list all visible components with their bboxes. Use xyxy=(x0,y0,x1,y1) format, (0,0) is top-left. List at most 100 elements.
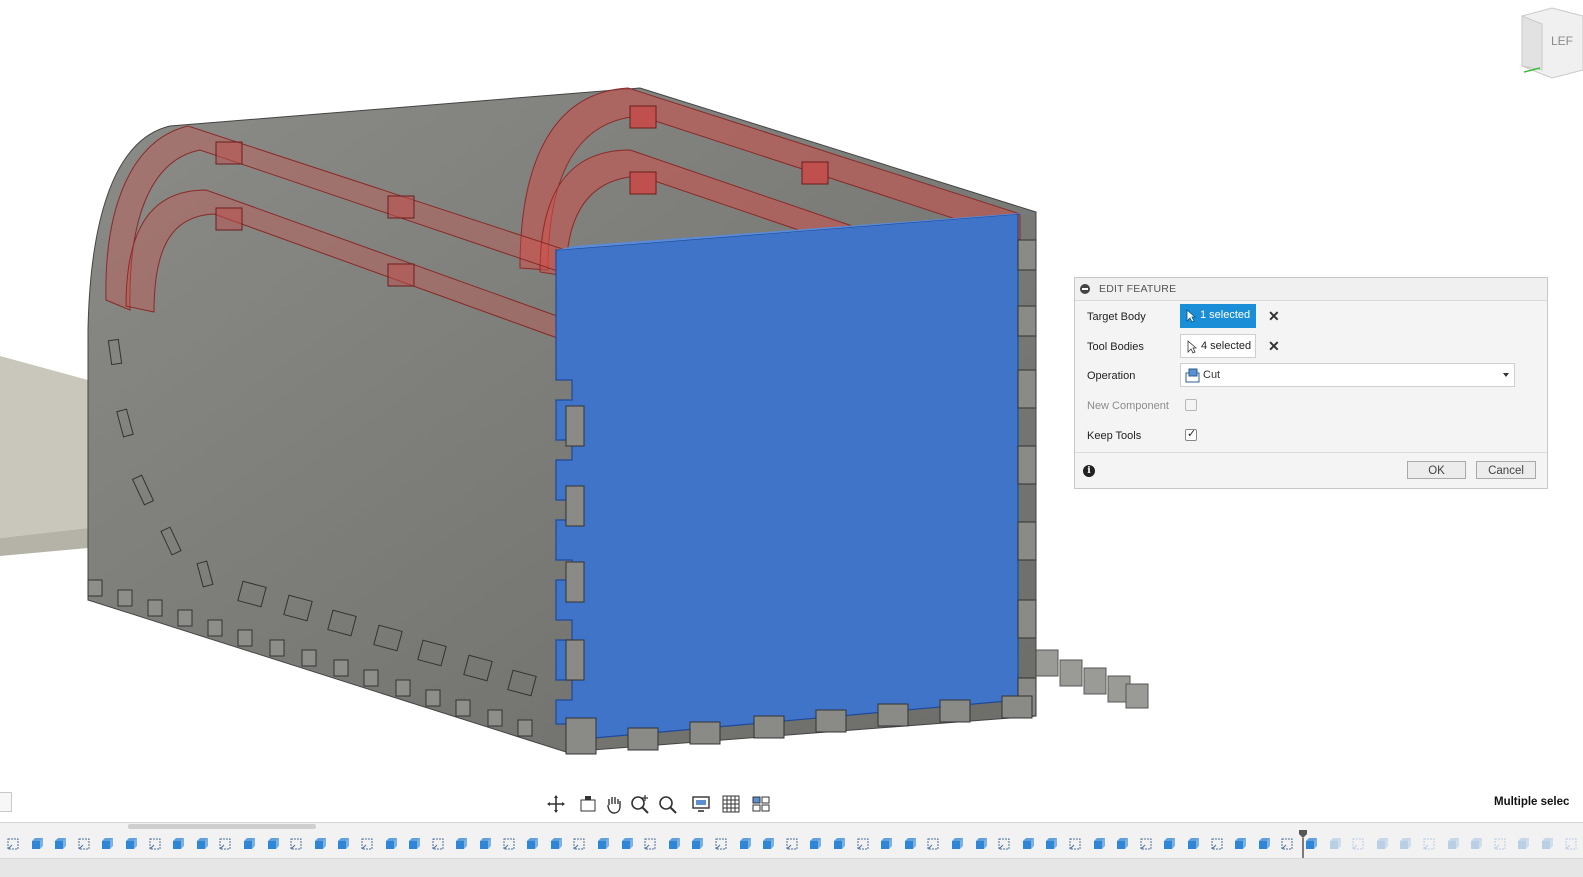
timeline-sketch-icon[interactable] xyxy=(1280,837,1294,851)
timeline-body-icon[interactable] xyxy=(974,837,988,851)
timeline-body-icon[interactable] xyxy=(478,837,492,851)
timeline-sketch-icon[interactable] xyxy=(714,837,728,851)
orbit-icon[interactable] xyxy=(544,792,568,816)
timeline-body-icon[interactable] xyxy=(407,837,421,851)
timeline-body-icon[interactable] xyxy=(266,837,280,851)
chevron-down-icon[interactable] xyxy=(1503,373,1509,377)
viewports-icon[interactable] xyxy=(750,792,774,816)
timeline-sketch-icon[interactable] xyxy=(6,837,20,851)
new-component-label: New Component xyxy=(1087,400,1169,412)
cancel-button[interactable]: Cancel xyxy=(1476,461,1536,479)
timeline-body-icon[interactable] xyxy=(53,837,67,851)
pan-icon[interactable] xyxy=(602,792,626,816)
dialog-footer: i OK Cancel xyxy=(1075,452,1547,489)
timeline[interactable] xyxy=(0,822,1583,877)
viewcube-face-label[interactable]: LEF xyxy=(1551,34,1573,48)
timeline-extrude-icon[interactable] xyxy=(738,837,752,851)
clear-target-body-icon[interactable]: ✕ xyxy=(1268,308,1280,325)
timeline-body-icon[interactable] xyxy=(1328,837,1342,851)
selection-status-text: Multiple selec xyxy=(1494,796,1570,808)
collapse-icon[interactable] xyxy=(1080,284,1090,294)
timeline-extrude-icon[interactable] xyxy=(1375,837,1389,851)
timeline-body-icon[interactable] xyxy=(336,837,350,851)
timeline-body-icon[interactable] xyxy=(1398,837,1412,851)
dialog-header[interactable]: EDIT FEATURE xyxy=(1075,278,1547,301)
operation-label: Operation xyxy=(1087,370,1136,382)
look-at-icon[interactable] xyxy=(576,792,600,816)
background-body xyxy=(0,356,88,538)
fit-icon[interactable] xyxy=(656,792,680,816)
dialog-title: EDIT FEATURE xyxy=(1099,283,1177,295)
timeline-sketch-icon[interactable] xyxy=(148,837,162,851)
timeline-sketch-icon[interactable] xyxy=(572,837,586,851)
timeline-sketch-icon[interactable] xyxy=(1351,837,1365,851)
timeline-extrude-icon[interactable] xyxy=(1516,837,1530,851)
timeline-body-icon[interactable] xyxy=(549,837,563,851)
timeline-sketch-icon[interactable] xyxy=(77,837,91,851)
timeline-sketch-icon[interactable] xyxy=(1139,837,1153,851)
clear-tool-bodies-icon[interactable]: ✕ xyxy=(1268,338,1280,355)
timeline-extrude-icon[interactable] xyxy=(667,837,681,851)
timeline-extrude-icon[interactable] xyxy=(171,837,185,851)
timeline-body-icon[interactable] xyxy=(832,837,846,851)
grid-icon[interactable] xyxy=(720,792,744,816)
operation-dropdown[interactable]: Cut xyxy=(1180,363,1515,387)
timeline-sketch-icon[interactable] xyxy=(1493,837,1507,851)
timeline-body-icon[interactable] xyxy=(1044,837,1058,851)
timeline-scrollbar[interactable] xyxy=(128,824,316,829)
timeline-body-icon[interactable] xyxy=(761,837,775,851)
timeline-sketch-icon[interactable] xyxy=(1068,837,1082,851)
timeline-sketch-icon[interactable] xyxy=(502,837,516,851)
timeline-extrude-icon[interactable] xyxy=(384,837,398,851)
timeline-sketch-icon[interactable] xyxy=(218,837,232,851)
timeline-sketch-icon[interactable] xyxy=(1210,837,1224,851)
timeline-body-icon[interactable] xyxy=(195,837,209,851)
timeline-controls-bar xyxy=(0,858,1583,877)
tool-bodies-select-button[interactable]: 4 selected xyxy=(1180,334,1256,358)
timeline-body-icon[interactable] xyxy=(620,837,634,851)
timeline-extrude-icon[interactable] xyxy=(1233,837,1247,851)
timeline-sketch-icon[interactable] xyxy=(1422,837,1436,851)
timeline-sketch-icon[interactable] xyxy=(926,837,940,851)
timeline-body-icon[interactable] xyxy=(903,837,917,851)
browser-collapse-tab[interactable] xyxy=(0,792,12,812)
timeline-body-icon[interactable] xyxy=(1115,837,1129,851)
timeline-body-icon[interactable] xyxy=(1257,837,1271,851)
timeline-sketch-icon[interactable] xyxy=(856,837,870,851)
timeline-extrude-icon[interactable] xyxy=(879,837,893,851)
timeline-extrude-icon[interactable] xyxy=(1162,837,1176,851)
timeline-sketch-icon[interactable] xyxy=(997,837,1011,851)
target-body-select-button[interactable]: 1 selected xyxy=(1180,304,1256,328)
timeline-extrude-icon[interactable] xyxy=(30,837,44,851)
ok-button[interactable]: OK xyxy=(1407,461,1466,479)
timeline-extrude-icon[interactable] xyxy=(313,837,327,851)
timeline-extrude-icon[interactable] xyxy=(242,837,256,851)
timeline-sketch-icon[interactable] xyxy=(785,837,799,851)
timeline-extrude-icon[interactable] xyxy=(950,837,964,851)
timeline-extrude-icon[interactable] xyxy=(596,837,610,851)
info-icon[interactable]: i xyxy=(1083,465,1095,477)
timeline-extrude-icon[interactable] xyxy=(1021,837,1035,851)
timeline-extrude-icon[interactable] xyxy=(808,837,822,851)
timeline-extrude-icon[interactable] xyxy=(454,837,468,851)
timeline-sketch-icon[interactable] xyxy=(1564,837,1578,851)
timeline-body-icon[interactable] xyxy=(1186,837,1200,851)
timeline-sketch-icon[interactable] xyxy=(431,837,445,851)
timeline-body-icon[interactable] xyxy=(690,837,704,851)
timeline-extrude-icon[interactable] xyxy=(525,837,539,851)
timeline-body-icon[interactable] xyxy=(1469,837,1483,851)
display-settings-icon[interactable] xyxy=(690,792,714,816)
new-component-checkbox[interactable] xyxy=(1185,399,1197,411)
timeline-sketch-icon[interactable] xyxy=(360,837,374,851)
timeline-body-icon[interactable] xyxy=(124,837,138,851)
tool-bodies-label: Tool Bodies xyxy=(1087,341,1144,353)
timeline-extrude-icon[interactable] xyxy=(1446,837,1460,851)
timeline-extrude-icon[interactable] xyxy=(1092,837,1106,851)
timeline-sketch-icon[interactable] xyxy=(289,837,303,851)
timeline-extrude-icon[interactable] xyxy=(100,837,114,851)
tool-bodies-value: 4 selected xyxy=(1201,340,1252,352)
timeline-sketch-icon[interactable] xyxy=(643,837,657,851)
keep-tools-checkbox[interactable]: ✓ xyxy=(1185,428,1197,441)
zoom-icon[interactable] xyxy=(628,792,652,816)
timeline-body-icon[interactable] xyxy=(1540,837,1554,851)
